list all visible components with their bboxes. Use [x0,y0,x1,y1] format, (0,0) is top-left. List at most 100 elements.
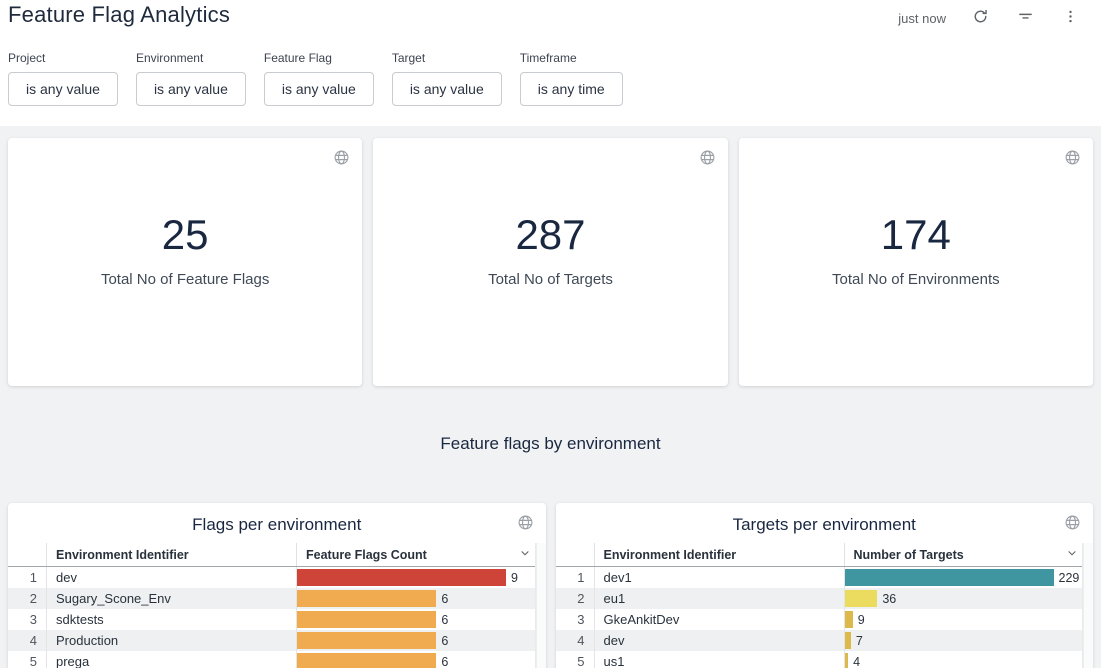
filter-icon [1017,8,1034,28]
dashboard-menu-button[interactable] [1060,6,1081,30]
row-number-cell: 5 [556,654,594,668]
measure-cell: 229 [844,567,1083,588]
refresh-button[interactable] [970,6,991,30]
bar[interactable] [845,632,851,649]
kebab-menu-icon [1062,8,1079,28]
column-header-identifier[interactable]: Environment Identifier [46,543,296,566]
bar[interactable] [845,569,1054,586]
row-number-cell: 2 [8,591,46,606]
filter-value-button[interactable]: is any time [520,72,623,106]
filter-label: Timeframe [520,51,623,65]
section-title: Feature flags by environment [0,434,1101,454]
filter-value-button[interactable]: is any value [8,72,118,106]
top-bar: Feature Flag Analytics just now [0,0,1101,40]
table-row[interactable]: 5 us1 4 [556,651,1083,668]
environment-identifier-cell: dev [46,567,296,588]
globe-icon[interactable] [699,149,716,171]
bar[interactable] [297,632,436,649]
kpi-value: 174 [832,212,1000,258]
filter-group: Environment is any value [136,51,246,106]
row-number-header [556,543,594,566]
panel-row: Flags per environment Environment Identi… [8,503,1093,668]
filter-value-button[interactable]: is any value [264,72,374,106]
dashboard: Feature Flag Analytics just now [0,0,1101,668]
globe-icon[interactable] [1064,514,1081,536]
kpi-tile: 287 Total No of Targets [373,138,727,386]
bar[interactable] [845,653,849,668]
row-number-cell: 1 [556,570,594,585]
environment-identifier-cell: prega [46,651,296,668]
filters-toggle-button[interactable] [1015,6,1036,30]
measure-cell: 9 [844,609,1083,630]
globe-icon[interactable] [1064,149,1081,171]
bar[interactable] [297,653,436,668]
scrollbar-track[interactable] [536,543,546,668]
table-row[interactable]: 4 dev 7 [556,630,1083,651]
environment-identifier-cell: Sugary_Scone_Env [46,588,296,609]
table-header-row: Environment Identifier Number of Targets [556,543,1083,567]
table-row[interactable]: 4 Production 6 [8,630,535,651]
bar-value-label: 7 [856,634,863,648]
row-number-cell: 5 [8,654,46,668]
table-row[interactable]: 2 Sugary_Scone_Env 6 [8,588,535,609]
chart-tile: Targets per environment Environment Iden… [556,503,1094,668]
table-row[interactable]: 1 dev 9 [8,567,535,588]
table-row[interactable]: 3 sdktests 6 [8,609,535,630]
data-table: Environment Identifier Number of Targets… [556,543,1084,668]
column-header-measure[interactable]: Number of Targets [844,543,1083,566]
globe-icon[interactable] [517,514,534,536]
kpi-label: Total No of Targets [488,271,613,288]
environment-identifier-cell: Production [46,630,296,651]
column-header-measure[interactable]: Feature Flags Count [296,543,535,566]
chart-tile-header: Flags per environment [8,503,546,543]
environment-identifier-cell: GkeAnkitDev [594,609,844,630]
kpi-value: 25 [101,212,269,258]
data-table: Environment Identifier Feature Flags Cou… [8,543,536,668]
filter-group: Target is any value [392,51,502,106]
row-number-cell: 3 [8,612,46,627]
bar[interactable] [297,569,506,586]
filter-bar: Project is any value Environment is any … [8,51,623,106]
table-header-row: Environment Identifier Feature Flags Cou… [8,543,535,567]
measure-cell: 6 [296,588,535,609]
environment-identifier-cell: dev1 [594,567,844,588]
chart-title: Targets per environment [556,503,1094,535]
row-number-cell: 1 [8,570,46,585]
row-number-cell: 4 [556,633,594,648]
environment-identifier-cell: sdktests [46,609,296,630]
column-header-identifier[interactable]: Environment Identifier [594,543,844,566]
bar-value-label: 36 [882,592,896,606]
measure-cell: 9 [296,567,535,588]
table-row[interactable]: 2 eu1 36 [556,588,1083,609]
dashboard-body: 25 Total No of Feature Flags 287 Total N… [0,126,1101,668]
bar-value-label: 229 [1059,571,1080,585]
bar-value-label: 9 [858,613,865,627]
bar[interactable] [297,590,436,607]
table-body: 1 dev 9 2 Sugary_Scone_Env 6 3 sdktests … [8,567,535,668]
kpi-tile: 174 Total No of Environments [739,138,1093,386]
filter-value-button[interactable]: is any value [136,72,246,106]
filter-value-button[interactable]: is any value [392,72,502,106]
environment-identifier-cell: dev [594,630,844,651]
row-number-cell: 4 [8,633,46,648]
filter-label: Feature Flag [264,51,374,65]
bar-value-label: 6 [441,655,448,668]
top-bar-actions: just now [898,6,1081,30]
bar[interactable] [845,611,853,628]
scrollbar-track[interactable] [1083,543,1093,668]
table-row[interactable]: 3 GkeAnkitDev 9 [556,609,1083,630]
bar[interactable] [297,611,436,628]
filter-label: Project [8,51,118,65]
bar-value-label: 9 [511,571,518,585]
filter-label: Environment [136,51,246,65]
row-number-cell: 2 [556,591,594,606]
chart-title: Flags per environment [8,503,546,535]
refresh-icon [972,8,989,28]
bar[interactable] [845,590,878,607]
chevron-down-icon[interactable] [519,547,531,562]
table-row[interactable]: 5 prega 6 [8,651,535,668]
table-row[interactable]: 1 dev1 229 [556,567,1083,588]
globe-icon[interactable] [333,149,350,171]
environment-identifier-cell: us1 [594,651,844,668]
chevron-down-icon[interactable] [1066,547,1078,562]
